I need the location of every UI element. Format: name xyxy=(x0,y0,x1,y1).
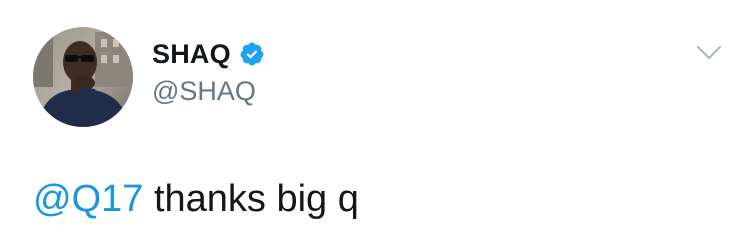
profile-photo xyxy=(33,27,133,127)
author-display-name[interactable]: SHAQ xyxy=(152,39,231,70)
author-handle[interactable]: @SHAQ xyxy=(152,76,256,107)
mention-link[interactable]: @Q17 xyxy=(33,178,143,220)
tweet-body: thanks big q xyxy=(143,178,359,220)
tweet-text: @Q17 thanks big q xyxy=(33,178,359,221)
tweet-card: SHAQ @SHAQ @Q17 thanks big q xyxy=(0,0,749,249)
avatar[interactable] xyxy=(33,27,133,127)
author-name-row[interactable]: SHAQ xyxy=(152,38,265,70)
chevron-down-icon[interactable] xyxy=(694,42,724,64)
verified-badge-icon xyxy=(239,41,265,67)
